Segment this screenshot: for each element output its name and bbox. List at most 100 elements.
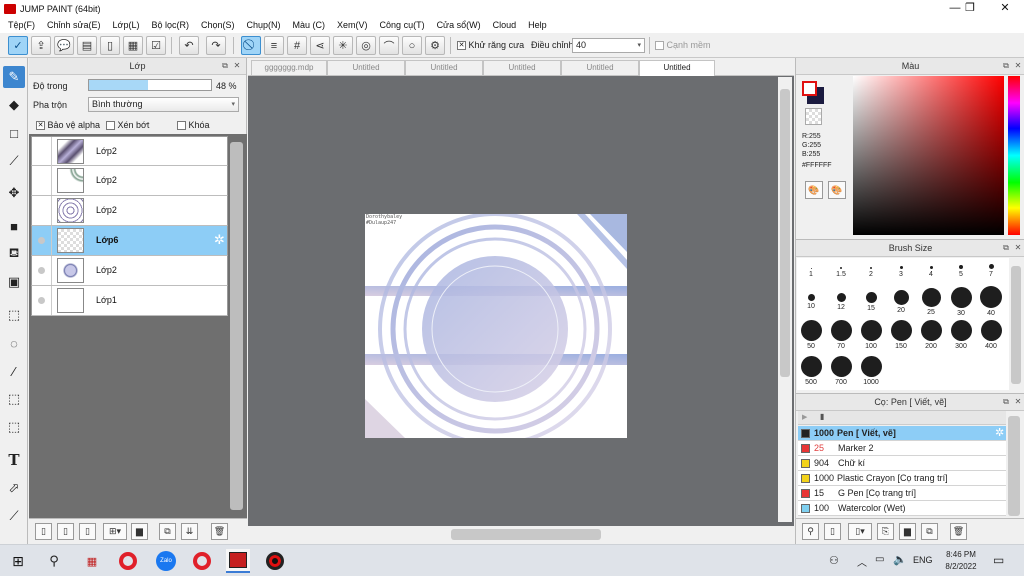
horizontal-scroll-thumb[interactable] <box>451 529 601 540</box>
palette-button[interactable]: 🎨 <box>805 181 823 199</box>
rectangle-tool[interactable]: □ <box>3 122 25 144</box>
taskbar-jump-paint[interactable] <box>226 549 250 573</box>
brush-item[interactable]: 1000 Plastic Crayon [Cọ trang trí] <box>798 471 1006 486</box>
panel-float-icon[interactable]: ⧉ <box>220 61 230 71</box>
layer-row[interactable]: Lớp2 <box>31 166 228 196</box>
brush-size-25[interactable]: 25 <box>917 286 945 316</box>
fill-rect-tool[interactable]: ■ <box>3 215 25 237</box>
layer-list-scrollbar[interactable] <box>230 142 243 510</box>
snap-off-button[interactable]: ⃠ <box>241 36 261 55</box>
menu-view[interactable]: Xem(V) <box>331 20 374 30</box>
checklist-button[interactable]: ☑ <box>146 36 166 55</box>
grid-ruler-button[interactable]: # <box>287 36 307 55</box>
layer-visibility-toggle[interactable] <box>32 137 52 166</box>
brush-size-4[interactable]: 4 <box>917 260 945 278</box>
people-icon[interactable]: ⚇ <box>829 554 839 567</box>
panel-close-icon[interactable]: ✕ <box>1013 397 1023 407</box>
brush-size-1-5[interactable]: 1.5 <box>827 260 855 278</box>
menu-file[interactable]: Tệp(F) <box>2 20 41 30</box>
layer-visibility-toggle[interactable] <box>32 286 52 315</box>
volume-icon[interactable]: 🔈 <box>893 553 907 566</box>
page-button[interactable]: ▯ <box>100 36 120 55</box>
layer-visibility-toggle[interactable] <box>32 166 52 195</box>
ruler-settings-button[interactable]: ⚙ <box>425 36 445 55</box>
soft-edge-checkbox[interactable] <box>655 41 664 51</box>
menu-window[interactable]: Cửa sổ(W) <box>431 20 487 30</box>
vertical-scrollbar[interactable] <box>778 77 792 522</box>
brush-size-3[interactable]: 3 <box>887 260 915 278</box>
brush-size-300[interactable]: 300 <box>947 320 975 350</box>
protect-alpha-checkbox[interactable]: ✕ <box>36 121 45 131</box>
gradient-tool[interactable]: ▣ <box>3 271 25 293</box>
menu-cloud[interactable]: Cloud <box>487 20 523 30</box>
brush-size-7[interactable]: 7 <box>977 260 1005 278</box>
redo-button[interactable]: ↷ <box>206 36 226 55</box>
antialias-checkbox[interactable]: ✕ <box>457 41 466 51</box>
panel-float-icon[interactable]: ⧉ <box>1001 397 1011 407</box>
brush-size-2[interactable]: 2 <box>857 260 885 278</box>
concentric-ruler-button[interactable]: ◎ <box>356 36 376 55</box>
protect-alpha-option[interactable]: ✕ Bảo vệ alpha <box>36 120 100 131</box>
brush-size-1[interactable]: 1 <box>797 260 825 278</box>
hue-slider[interactable] <box>1008 76 1020 235</box>
select-pen-tool[interactable]: ⬚ <box>3 388 25 410</box>
start-button[interactable]: ⊞ <box>6 549 30 573</box>
brush-size-20[interactable]: 20 <box>887 286 915 314</box>
brush-add-menu-button[interactable]: ▯▾ <box>848 523 872 540</box>
brush-size-12[interactable]: 12 <box>827 286 855 311</box>
soft-edge-option[interactable]: Cạnh mềm <box>655 40 711 51</box>
tab-untitled-1[interactable]: Untitled <box>327 60 405 75</box>
brush-item[interactable]: 15 G Pen [Cọ trang trí] <box>798 486 1006 501</box>
taskbar-zalo[interactable]: Zalo <box>154 549 178 573</box>
merge-layer-button[interactable]: ⇊ <box>181 523 198 540</box>
new-layer-8bit-button[interactable]: ▯ <box>57 523 74 540</box>
add-layer-menu-button[interactable]: ⊞▾ <box>103 523 127 540</box>
cloud-sync-button[interactable]: ✓ <box>8 36 28 55</box>
tab-untitled-4[interactable]: Untitled <box>561 60 639 75</box>
brush-list-scrollbar[interactable] <box>1008 416 1020 516</box>
tab-untitled-active[interactable]: Untitled <box>639 60 715 76</box>
gear-icon[interactable]: ✲ <box>214 232 225 248</box>
brush-folder-button[interactable]: ▆ <box>899 523 916 540</box>
text-tool[interactable]: T <box>3 449 25 471</box>
panel-close-icon[interactable]: ✕ <box>1013 243 1023 253</box>
clip-option[interactable]: Xén bớt <box>106 120 149 131</box>
brush-size-100[interactable]: 100 <box>857 320 885 350</box>
search-button[interactable]: ⚲ <box>42 549 66 573</box>
move-tool[interactable]: ✥ <box>3 182 25 204</box>
panel-float-icon[interactable]: ⧉ <box>1001 61 1011 71</box>
layer-row[interactable]: Lớp2 <box>31 136 228 166</box>
taskbar-opera[interactable] <box>116 549 140 573</box>
tab-untitled-3[interactable]: Untitled <box>483 60 561 75</box>
undo-button[interactable]: ↶ <box>179 36 199 55</box>
select-eraser-tool[interactable]: ⬚ <box>3 416 25 438</box>
new-layer-button[interactable]: ▯ <box>35 523 52 540</box>
panel-float-icon[interactable]: ⧉ <box>1001 243 1011 253</box>
curve-ruler-button[interactable]: ⌒ <box>379 36 399 55</box>
new-layer-1bit-button[interactable]: ▯ <box>79 523 96 540</box>
brush-delete-button[interactable]: 🗑 <box>950 523 967 540</box>
balloon-button[interactable]: ▤ <box>77 36 97 55</box>
brush-item[interactable]: 100 Watercolor (Wet) <box>798 501 1006 516</box>
layer-row-selected[interactable]: Lớp6 ✲ <box>31 226 228 256</box>
ellipse-ruler-button[interactable]: ○ <box>402 36 422 55</box>
select-rect-tool[interactable]: ⬚ <box>3 304 25 326</box>
menu-help[interactable]: Help <box>522 20 553 30</box>
panel-close-icon[interactable]: ✕ <box>232 61 242 71</box>
lasso-tool[interactable]: ◌ <box>3 332 25 354</box>
duplicate-layer-button[interactable]: ⧉ <box>159 523 176 540</box>
layout-button[interactable]: ▦ <box>123 36 143 55</box>
delete-layer-button[interactable]: 🗑 <box>211 523 228 540</box>
brush-size-150[interactable]: 150 <box>887 320 915 350</box>
vertical-scroll-thumb[interactable] <box>780 89 790 377</box>
tab-ggggggg[interactable]: ggggggg.mdp <box>251 60 327 75</box>
tab-untitled-2[interactable]: Untitled <box>405 60 483 75</box>
brush-size-500[interactable]: 500 <box>797 356 825 386</box>
menu-capture[interactable]: Chụp(N) <box>241 20 287 30</box>
antialias-option[interactable]: ✕ Khử răng cưa <box>457 40 524 51</box>
palette-edit-button[interactable]: 🎨 <box>828 181 846 199</box>
drawing-canvas[interactable]: Dorothybaley #Dulaup247 <box>365 214 627 438</box>
parallel-ruler-button[interactable]: ≡ <box>264 36 284 55</box>
menu-layer[interactable]: Lớp(L) <box>107 20 146 30</box>
comment-button[interactable]: 💬 <box>54 36 74 55</box>
